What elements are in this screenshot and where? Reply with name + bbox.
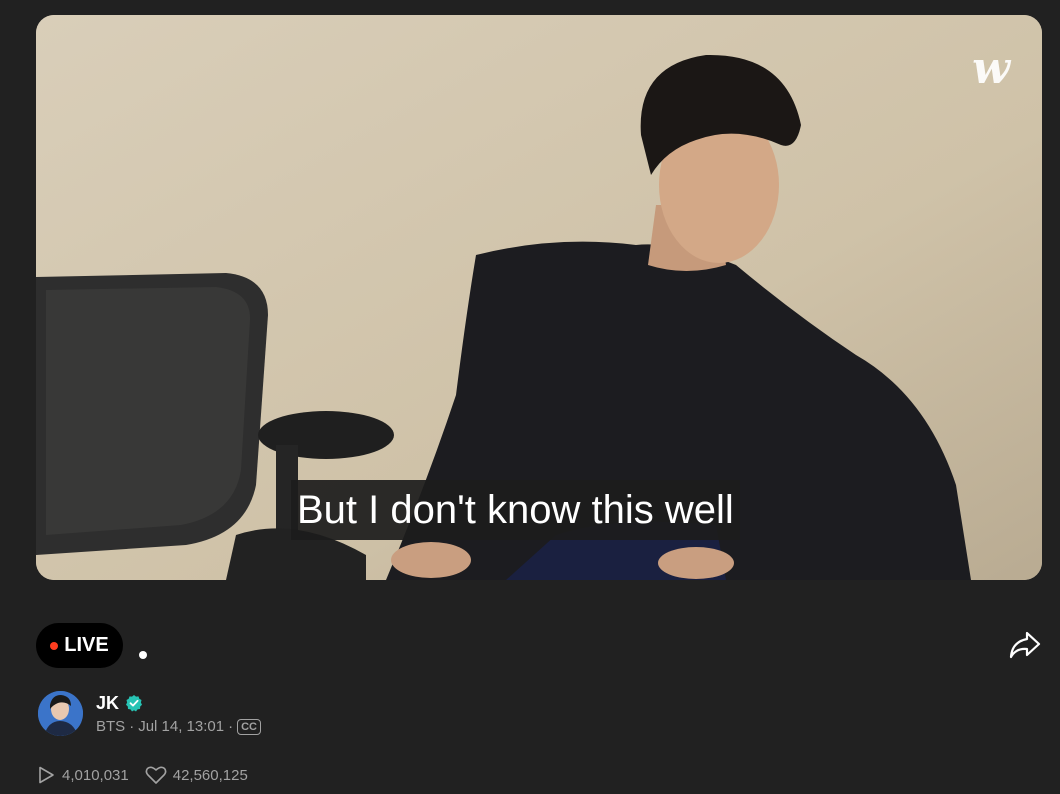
play-count: 4,010,031: [36, 765, 129, 785]
video-subtitle: But I don't know this well: [291, 480, 740, 540]
stats-row: 4,010,031 42,560,125: [36, 765, 264, 785]
share-button[interactable]: [1008, 630, 1042, 660]
artist-avatar[interactable]: [38, 691, 83, 736]
meta-separator-2: ·: [228, 718, 234, 735]
like-count-value: 42,560,125: [172, 766, 248, 784]
live-label: LIVE: [64, 634, 109, 656]
post-date: Jul 14, 13:01: [138, 718, 225, 735]
post-meta: BTS · Jul 14, 13:01 · CC: [96, 718, 261, 735]
share-icon: [1009, 631, 1041, 659]
cc-badge: CC: [237, 718, 261, 735]
artist-name[interactable]: JK: [96, 693, 119, 714]
heart-icon: [145, 766, 167, 784]
verified-badge-icon: [126, 695, 142, 712]
group-name: BTS: [96, 718, 126, 735]
live-badge: LIVE: [36, 623, 123, 668]
meta-separator: ·: [129, 718, 135, 735]
title-dot: [139, 651, 147, 659]
play-count-value: 4,010,031: [62, 766, 129, 784]
weverse-logo: w: [972, 43, 1010, 94]
play-icon: [39, 766, 54, 784]
like-count[interactable]: 42,560,125: [145, 765, 248, 785]
video-player[interactable]: w But I don't know this well: [36, 15, 1042, 580]
live-dot-icon: [50, 641, 59, 650]
